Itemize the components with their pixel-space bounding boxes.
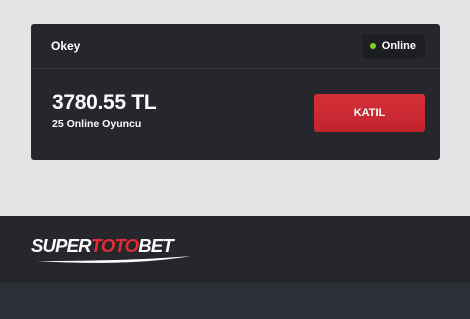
status-label: Online: [381, 40, 416, 52]
pot-amount: 3780.55 TL: [52, 91, 157, 114]
join-button[interactable]: KATIL: [314, 94, 425, 132]
footer-band: [0, 283, 470, 319]
site-logo[interactable]: SUPER TOTO BET: [31, 236, 193, 268]
game-title: Okey: [51, 39, 81, 53]
card-header: Okey Online: [31, 24, 440, 69]
status-badge: Online: [361, 34, 425, 58]
logo-part-bet: BET: [138, 235, 173, 256]
online-dot-icon: [369, 43, 376, 49]
footer: SUPER TOTO BET: [0, 216, 470, 319]
logo-part-super: SUPER: [31, 235, 92, 256]
player-count: 25 Online Oyuncu: [52, 118, 142, 130]
logo-part-toto: TOTO: [90, 235, 139, 256]
game-card: Okey Online 3780.55 TL 25 Online Oyuncu …: [31, 24, 440, 160]
logo-swoosh-icon: [37, 256, 191, 263]
card-body: 3780.55 TL 25 Online Oyuncu KATIL: [31, 69, 440, 159]
logo-wordmark: SUPER TOTO BET: [31, 236, 193, 256]
